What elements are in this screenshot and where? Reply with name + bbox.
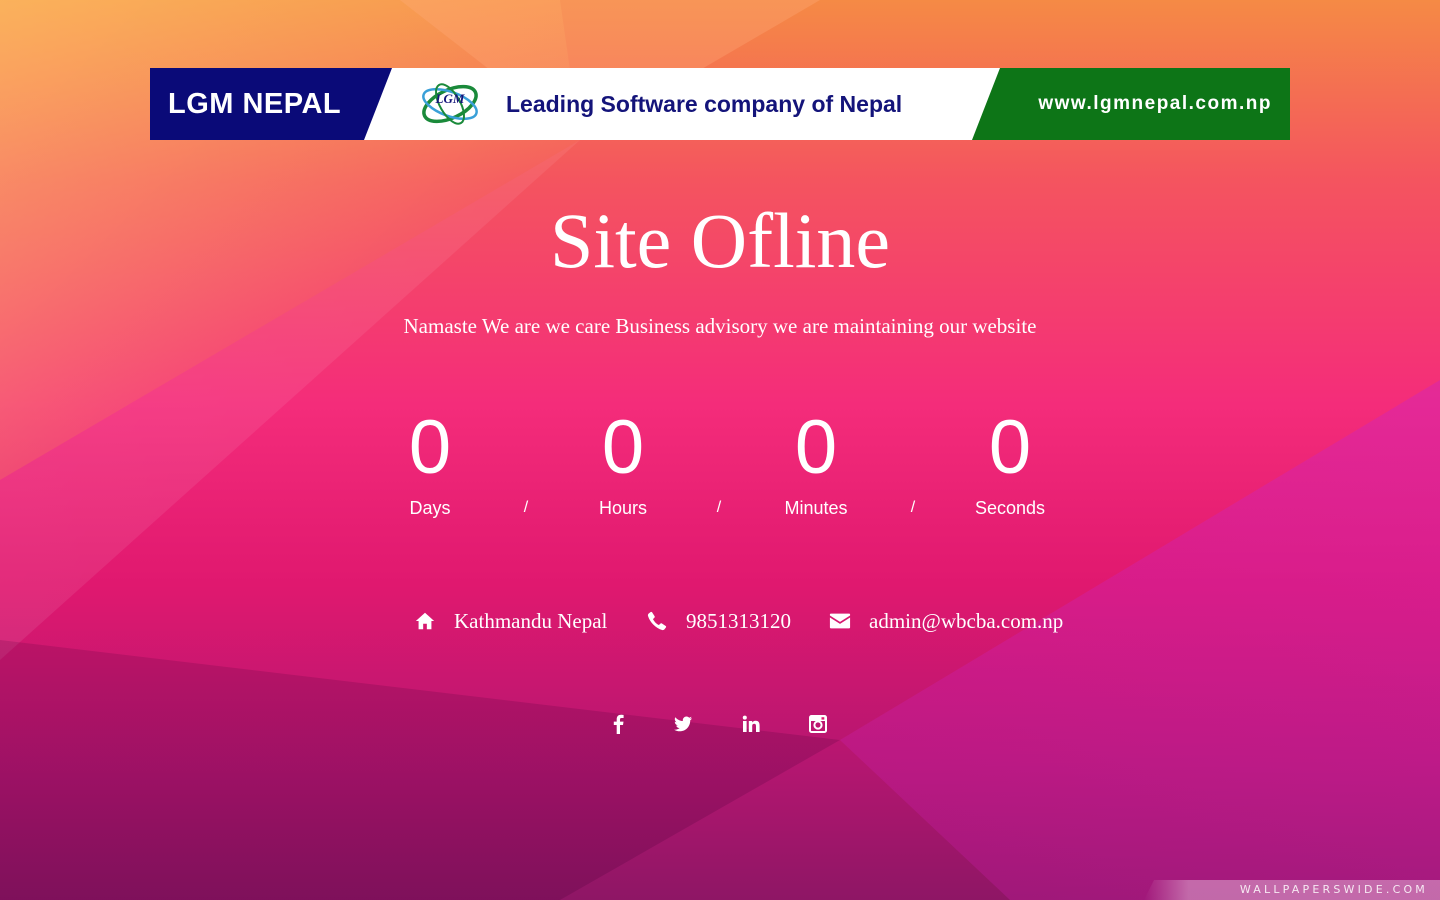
social-links xyxy=(0,708,1440,740)
contact-info: Kathmandu Nepal 9851313120 admin@wbcba.c… xyxy=(0,604,1440,638)
linkedin-link[interactable] xyxy=(735,708,767,740)
contact-address: Kathmandu Nepal xyxy=(414,604,607,638)
countdown-separator: / xyxy=(523,499,529,516)
countdown-seconds: 0 Seconds xyxy=(930,400,1090,520)
header-banner: LGM NEPAL LGM Leading Software company o… xyxy=(150,68,1290,140)
linkedin-icon xyxy=(742,715,760,732)
countdown-separator: / xyxy=(910,499,916,516)
facebook-icon xyxy=(613,714,624,734)
instagram-icon xyxy=(809,715,827,733)
contact-phone[interactable]: 9851313120 xyxy=(646,604,791,638)
countdown-value: 0 xyxy=(794,405,838,490)
phone-icon xyxy=(647,611,667,631)
wallpaper-watermark-text: WALLPAPERSWIDE.COM xyxy=(1239,883,1428,896)
countdown-value: 0 xyxy=(988,405,1032,490)
twitter-link[interactable] xyxy=(667,708,699,740)
facebook-link[interactable] xyxy=(603,708,635,740)
contact-address-text: Kathmandu Nepal xyxy=(454,608,608,633)
banner-tagline: Leading Software company of Nepal xyxy=(506,91,903,117)
countdown-value: 0 xyxy=(601,405,645,490)
countdown-label: Hours xyxy=(598,498,647,518)
countdown-minutes: 0 Minutes xyxy=(736,400,896,520)
company-logo-icon: LGM xyxy=(422,83,478,125)
countdown-label: Minutes xyxy=(784,498,848,518)
twitter-icon xyxy=(674,716,692,732)
home-icon xyxy=(415,612,435,630)
countdown-hours: 0 Hours xyxy=(543,400,703,520)
contact-phone-text[interactable]: 9851313120 xyxy=(686,609,791,634)
countdown-separator: / xyxy=(716,499,722,516)
contact-email[interactable]: admin@wbcba.com.np xyxy=(829,604,1063,638)
envelope-icon xyxy=(829,613,851,629)
svg-text:LGM: LGM xyxy=(435,91,465,106)
countdown-label: Seconds xyxy=(974,498,1046,518)
page-subtitle: Namaste We are we care Business advisory… xyxy=(403,314,1037,338)
instagram-link[interactable] xyxy=(802,708,834,740)
countdown-days: 0 Days xyxy=(350,400,510,520)
banner-url: www.lgmnepal.com.np xyxy=(1038,93,1272,114)
contact-email-text[interactable]: admin@wbcba.com.np xyxy=(869,609,1063,634)
page-title: Site Ofline xyxy=(549,197,891,284)
banner-brand: LGM NEPAL xyxy=(168,88,342,120)
countdown-label: Days xyxy=(409,498,451,518)
countdown-timer: 0 Days / 0 Hours / 0 Minutes / 0 Seconds xyxy=(0,400,1440,530)
countdown-value: 0 xyxy=(408,405,452,490)
